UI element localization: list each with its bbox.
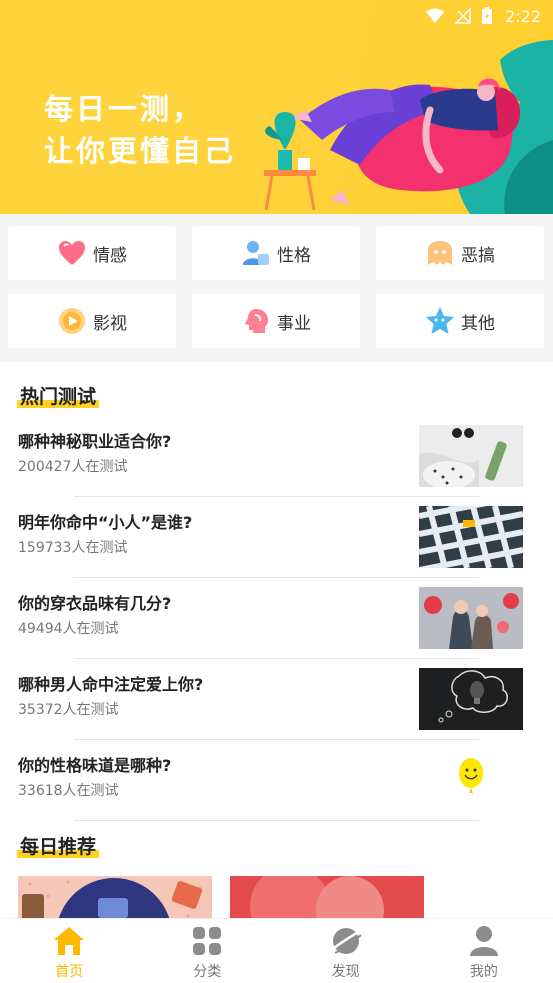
signal-icon <box>455 8 471 24</box>
category-label: 性格 <box>277 245 311 266</box>
test-count: 33618人在测试 <box>18 783 119 799</box>
category-label: 恶搞 <box>461 245 495 266</box>
test-question: 哪种神秘职业适合你? <box>18 432 172 451</box>
tab-label: 发现 <box>331 964 360 980</box>
test-item[interactable]: 哪种男人命中注定爱上你? 35372人在测试 <box>0 659 553 740</box>
section-title-daily: 每日推荐 <box>17 832 100 859</box>
category-label: 其他 <box>461 313 495 334</box>
test-count: 200427人在测试 <box>18 459 128 475</box>
banner-line-2: 让你更懂自己 <box>44 134 237 168</box>
test-question: 哪种男人命中注定爱上你? <box>18 675 204 694</box>
person-icon <box>241 238 271 268</box>
banner-line-1: 每日一测， <box>44 92 205 126</box>
tab-label: 我的 <box>469 964 498 980</box>
ghost-icon <box>425 238 455 268</box>
tab-mine[interactable]: 我的 <box>415 919 553 983</box>
hero-banner[interactable]: 每日一测， 让你更懂自己 2:22 <box>0 0 553 214</box>
section-title-hot: 热门测试 <box>17 382 100 409</box>
test-question: 明年你命中“小人”是谁? <box>18 513 193 532</box>
test-thumbnail <box>419 668 523 730</box>
test-count: 49494人在测试 <box>18 621 119 637</box>
test-thumbnail <box>419 506 523 568</box>
head-icon <box>241 306 271 336</box>
category-prank[interactable]: 恶搞 <box>376 226 544 280</box>
home-icon <box>53 925 85 957</box>
category-label: 情感 <box>93 245 127 266</box>
status-time: 2:22 <box>505 6 541 26</box>
test-item[interactable]: 你的性格味道是哪种? 33618人在测试 <box>0 740 553 821</box>
play-icon <box>57 306 87 336</box>
banner-slogan: 每日一测， 让你更懂自己 <box>44 88 236 172</box>
user-icon <box>468 925 500 957</box>
category-movie[interactable]: 影视 <box>8 294 176 348</box>
test-item[interactable]: 明年你命中“小人”是谁? 159733人在测试 <box>0 497 553 578</box>
test-question: 你的穿衣品味有几分? <box>18 594 172 613</box>
test-thumbnail <box>419 587 523 649</box>
main-content: 热门测试 哪种神秘职业适合你? 200427人在测试 明年你命中“小人”是谁? … <box>0 362 553 918</box>
category-emotion[interactable]: 情感 <box>8 226 176 280</box>
bottom-navigation: 首页 分类 发现 我的 <box>0 918 553 983</box>
test-item[interactable]: 哪种神秘职业适合你? 200427人在测试 <box>0 416 553 497</box>
test-count: 159733人在测试 <box>18 540 128 556</box>
category-grid: 情感 性格 恶搞 影视 事业 其他 <box>0 214 553 362</box>
tab-home[interactable]: 首页 <box>0 919 138 983</box>
star-icon <box>425 306 455 336</box>
category-label: 影视 <box>93 313 127 334</box>
test-count: 35372人在测试 <box>18 702 119 718</box>
tab-label: 分类 <box>193 964 222 980</box>
planet-icon <box>330 925 362 957</box>
test-thumbnail <box>419 749 523 811</box>
recommend-card[interactable] <box>230 876 424 918</box>
recommend-card[interactable] <box>18 876 212 918</box>
test-thumbnail <box>419 425 523 487</box>
status-bar: 2:22 <box>425 0 553 32</box>
test-question: 你的性格味道是哪种? <box>18 756 172 775</box>
category-career[interactable]: 事业 <box>192 294 360 348</box>
tab-category[interactable]: 分类 <box>138 919 276 983</box>
grid-icon <box>191 925 223 957</box>
battery-icon <box>482 7 493 24</box>
test-item[interactable]: 你的穿衣品味有几分? 49494人在测试 <box>0 578 553 659</box>
wifi-icon <box>426 8 445 23</box>
heart-icon <box>57 238 87 268</box>
category-other[interactable]: 其他 <box>376 294 544 348</box>
tab-discover[interactable]: 发现 <box>277 919 415 983</box>
category-label: 事业 <box>277 313 311 334</box>
category-personality[interactable]: 性格 <box>192 226 360 280</box>
tab-label: 首页 <box>55 964 84 980</box>
